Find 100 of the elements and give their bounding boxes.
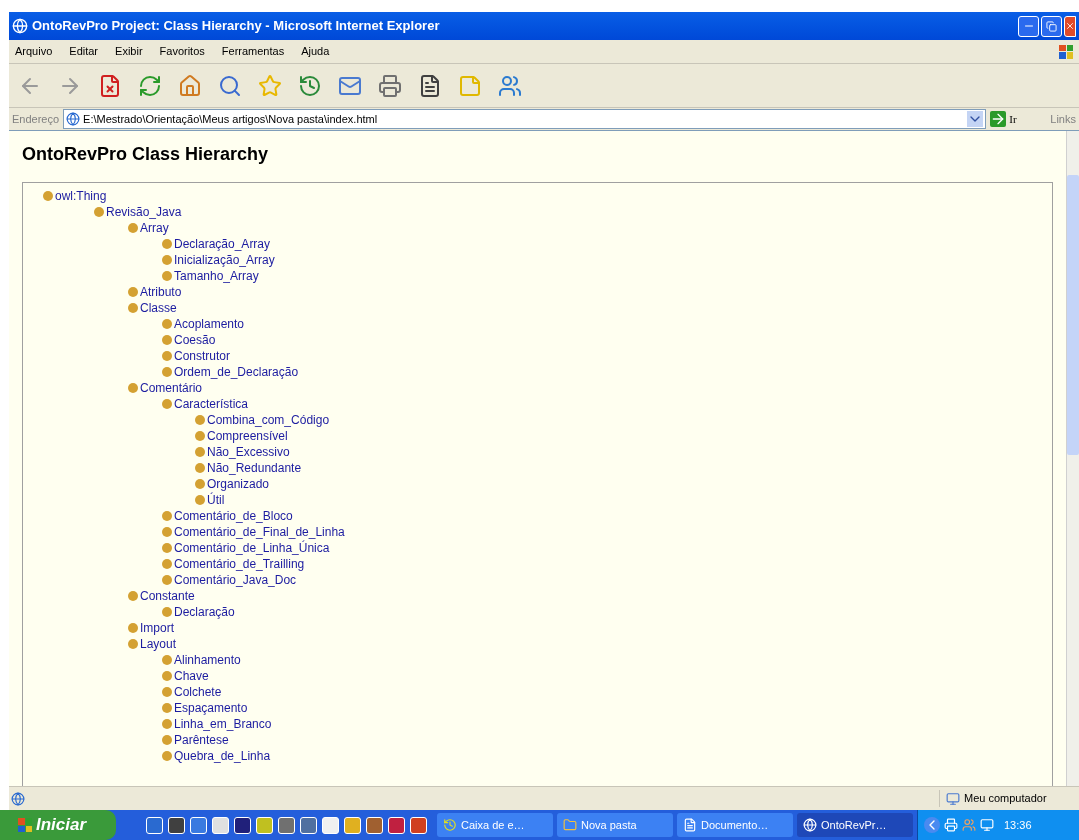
- menu-item[interactable]: Ajuda: [301, 43, 330, 60]
- class-link[interactable]: Alinhamento: [174, 654, 241, 666]
- bullet-icon: [195, 415, 205, 425]
- bullet-icon: [162, 239, 172, 249]
- quick-launch-icon[interactable]: [410, 816, 427, 834]
- taskbar-button[interactable]: OntoRevPr…: [797, 813, 913, 837]
- address-label: Endereço: [12, 111, 60, 127]
- bullet-icon: [162, 687, 172, 697]
- class-link[interactable]: Array: [140, 222, 169, 234]
- class-link[interactable]: Comentário_de_Trailling: [174, 558, 305, 570]
- class-link[interactable]: Comentário_de_Bloco: [174, 510, 293, 522]
- class-link[interactable]: owl:Thing: [55, 190, 107, 202]
- quick-launch-icon[interactable]: [344, 816, 361, 834]
- bullet-icon: [162, 255, 172, 265]
- printer-tray-icon[interactable]: [944, 818, 958, 832]
- bullet-icon: [162, 399, 172, 409]
- globe-icon: [803, 818, 817, 832]
- expand-icon[interactable]: [924, 817, 940, 833]
- menu-item[interactable]: Ferramentas: [221, 43, 285, 60]
- go-button[interactable]: Ir: [990, 110, 1039, 128]
- class-link[interactable]: Parêntese: [174, 734, 229, 746]
- bullet-icon: [128, 591, 138, 601]
- class-link[interactable]: Não_Excessivo: [207, 446, 290, 458]
- quick-launch-icon[interactable]: [278, 816, 295, 834]
- quick-launch-icon[interactable]: [366, 816, 383, 834]
- class-link[interactable]: Acoplamento: [174, 318, 245, 330]
- class-link[interactable]: Útil: [207, 494, 225, 506]
- class-link[interactable]: Coesão: [174, 334, 216, 346]
- quick-launch-icon[interactable]: [146, 816, 163, 834]
- page-heading: OntoRevPro Class Hierarchy: [22, 143, 270, 166]
- quick-launch-icon[interactable]: [256, 816, 273, 834]
- windows-logo-icon: [1059, 44, 1073, 59]
- class-link[interactable]: Compreensível: [207, 430, 288, 442]
- class-link[interactable]: Combina_com_Código: [207, 414, 330, 426]
- window-title: OntoRevPro Project: Class Hierarchy - Microsoft Internet Explorer: [32, 17, 441, 36]
- class-link[interactable]: Quebra_de_Linha: [174, 750, 271, 762]
- class-link[interactable]: Revisão_Java: [106, 206, 182, 218]
- bullet-icon: [162, 367, 172, 377]
- star-icon[interactable]: [257, 72, 283, 99]
- class-link[interactable]: Declaração: [174, 606, 235, 618]
- minimize-button[interactable]: [1018, 15, 1039, 37]
- class-link[interactable]: Import: [140, 622, 174, 634]
- bullet-icon: [162, 607, 172, 617]
- class-link[interactable]: Declaração_Array: [174, 238, 271, 250]
- menu-item[interactable]: Favoritos: [159, 43, 205, 60]
- class-link[interactable]: Tamanho_Array: [174, 270, 259, 282]
- bullet-icon: [162, 735, 172, 745]
- class-link[interactable]: Atributo: [140, 286, 182, 298]
- class-link[interactable]: Ordem_de_Declaração: [174, 366, 299, 378]
- quick-launch-icon[interactable]: [300, 816, 317, 834]
- clock: 13:36: [1004, 817, 1032, 833]
- document-icon: [683, 818, 697, 832]
- dropdown-icon[interactable]: [967, 111, 984, 127]
- quick-launch-icon[interactable]: [212, 816, 229, 834]
- quick-launch-icon[interactable]: [234, 816, 251, 834]
- taskbar-button[interactable]: Caixa de e…: [437, 813, 553, 837]
- class-link[interactable]: Layout: [140, 638, 177, 650]
- class-link[interactable]: Constante: [140, 590, 195, 602]
- class-link[interactable]: Comentário: [140, 382, 203, 394]
- restore-icon: [1046, 20, 1057, 32]
- bullet-icon: [162, 575, 172, 585]
- class-link[interactable]: Chave: [174, 670, 209, 682]
- bullet-icon: [162, 671, 172, 681]
- taskbar-button[interactable]: Nova pasta: [557, 813, 673, 837]
- status-page-icon: [11, 791, 25, 806]
- menu-item[interactable]: Editar: [69, 43, 99, 60]
- class-link[interactable]: Característica: [174, 398, 249, 410]
- computer-icon: [946, 791, 960, 806]
- class-link[interactable]: Comentário_Java_Doc: [174, 574, 297, 586]
- quick-launch-icon[interactable]: [388, 816, 405, 834]
- taskbar-button[interactable]: Documento…: [677, 813, 793, 837]
- bullet-icon: [128, 383, 138, 393]
- home-icon[interactable]: [177, 72, 203, 99]
- folder-icon: [563, 818, 577, 832]
- printer-icon[interactable]: [377, 72, 403, 99]
- class-link[interactable]: Não_Redundante: [207, 462, 302, 474]
- menu-item[interactable]: Arquivo: [15, 43, 53, 60]
- class-link[interactable]: Organizado: [207, 478, 270, 490]
- start-button[interactable]: Iniciar: [0, 810, 116, 840]
- class-link[interactable]: Construtor: [174, 350, 231, 362]
- bullet-icon: [43, 191, 53, 201]
- bullet-icon: [162, 271, 172, 281]
- address-field[interactable]: E:\Mestrado\Orientação\Meus artigos\Nova pasta\index.html: [63, 109, 987, 129]
- class-link[interactable]: Comentário_de_Linha_Única: [174, 542, 330, 554]
- network-icon[interactable]: [980, 818, 994, 832]
- class-link[interactable]: Linha_em_Branco: [174, 718, 272, 730]
- class-link[interactable]: Inicialização_Array: [174, 254, 275, 266]
- menu-item[interactable]: Exibir: [115, 43, 143, 60]
- class-link[interactable]: Colchete: [174, 686, 222, 698]
- scrollbar[interactable]: [1066, 131, 1079, 786]
- bullet-icon: [162, 319, 172, 329]
- page-icon: [66, 112, 81, 126]
- class-link[interactable]: Espaçamento: [174, 702, 248, 714]
- class-link[interactable]: Comentário_de_Final_de_Linha: [174, 526, 345, 538]
- quick-launch-icon[interactable]: [190, 816, 207, 834]
- restore-button[interactable]: [1041, 15, 1062, 37]
- quick-launch-icon[interactable]: [168, 816, 185, 834]
- class-link[interactable]: Classe: [140, 302, 177, 314]
- quick-launch-icon[interactable]: [322, 816, 339, 834]
- close-button[interactable]: [1064, 15, 1076, 37]
